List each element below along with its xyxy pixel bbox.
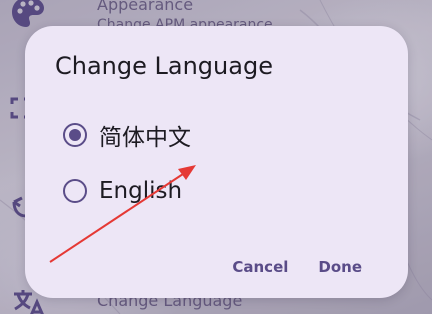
- language-option-chinese[interactable]: 简体中文: [63, 118, 191, 152]
- radio-unchecked-icon[interactable]: [63, 179, 87, 203]
- done-button[interactable]: Done: [312, 254, 368, 280]
- screen: Appearance Change APM appearance Change …: [0, 0, 432, 314]
- language-option-english[interactable]: English: [63, 174, 182, 208]
- dialog-actions: Cancel Done: [226, 254, 368, 280]
- option-label-chinese: 简体中文: [99, 125, 191, 151]
- option-label-english: English: [99, 178, 183, 204]
- cancel-button[interactable]: Cancel: [226, 254, 294, 280]
- radio-checked-icon[interactable]: [63, 123, 87, 147]
- change-language-dialog: Change Language 简体中文 English Cancel Done: [25, 26, 408, 298]
- dialog-title: Change Language: [55, 52, 273, 80]
